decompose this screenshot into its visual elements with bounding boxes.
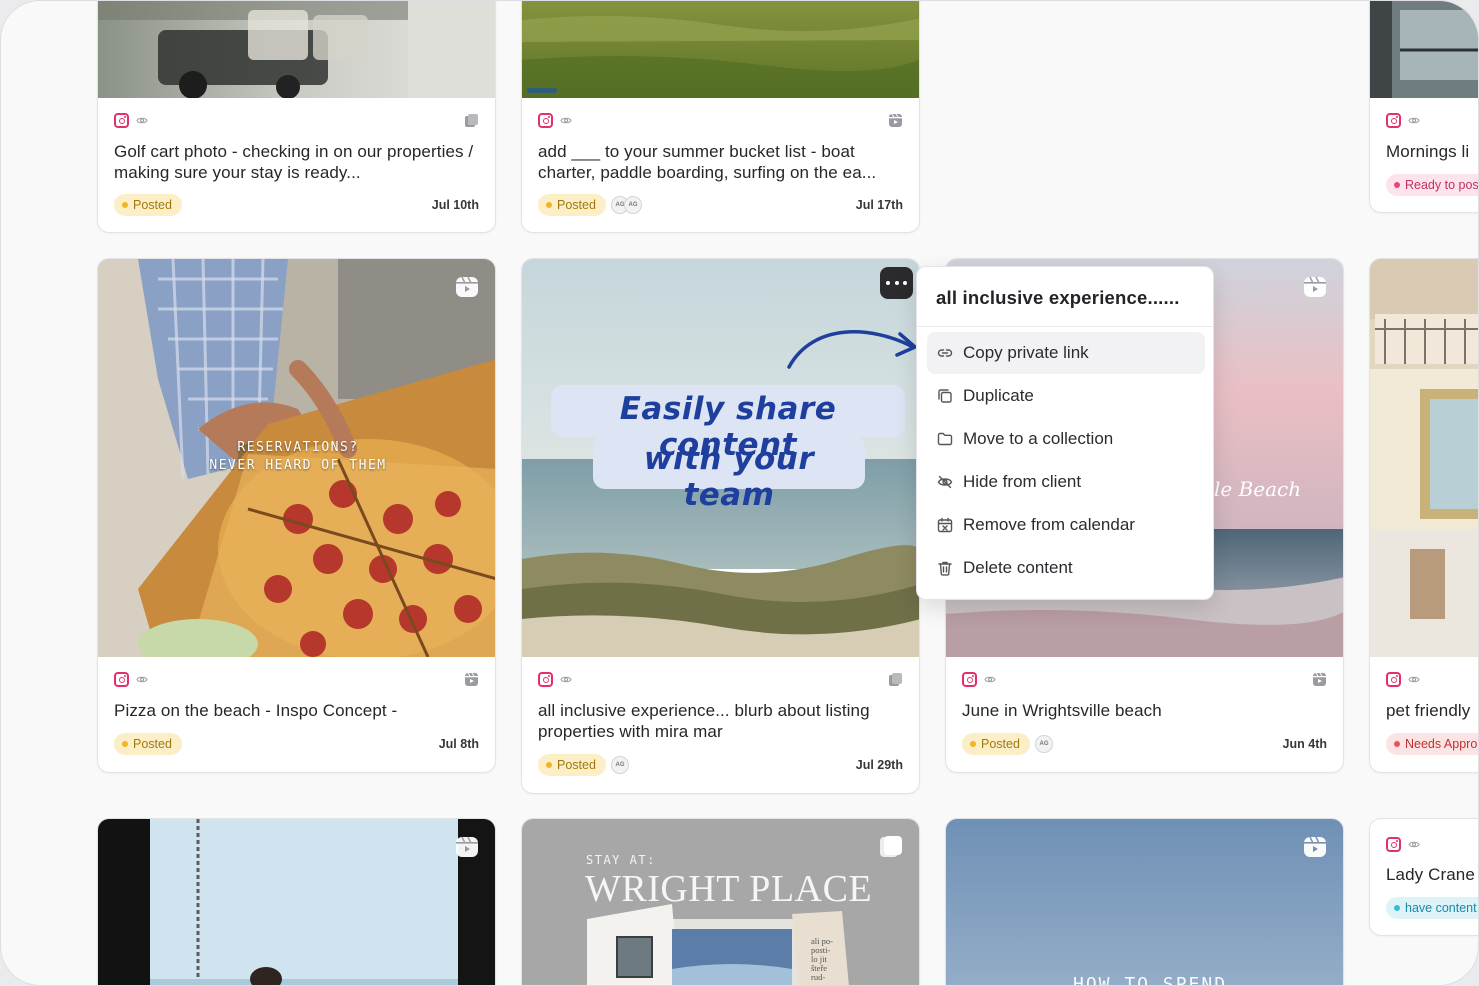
card-thumbnail bbox=[522, 1, 919, 98]
carousel-icon bbox=[880, 836, 902, 857]
reel-icon bbox=[465, 672, 478, 686]
eye-icon bbox=[1408, 117, 1420, 124]
menu-item-duplicate[interactable]: Duplicate bbox=[927, 375, 1205, 417]
instagram-icon bbox=[1386, 672, 1401, 687]
calendar-remove-icon bbox=[937, 517, 953, 533]
reel-icon bbox=[456, 836, 478, 857]
thumbnail-overlay-note: ali po- posti- lo jit šteře rud- bbox=[811, 936, 833, 982]
context-menu-title: all inclusive experience...... bbox=[936, 287, 1180, 308]
card-title: June in Wrightsville beach bbox=[962, 701, 1162, 720]
menu-item-copy-private-link[interactable]: Copy private link bbox=[927, 332, 1205, 374]
eye-icon bbox=[1408, 841, 1420, 848]
card-thumbnail bbox=[1370, 259, 1478, 657]
menu-item-remove-from-calendar[interactable]: Remove from calendar bbox=[927, 504, 1205, 546]
card-thumbnail: HOW TO SPEND bbox=[946, 819, 1343, 986]
carousel-icon bbox=[465, 114, 478, 127]
divider bbox=[917, 326, 1213, 327]
menu-item-label: Move to a collection bbox=[963, 429, 1114, 448]
instagram-icon bbox=[538, 672, 553, 687]
card-thumbnail: STAY AT: WRIGHT PLACE ali po- posti- lo … bbox=[522, 819, 919, 985]
status-badge: Posted bbox=[114, 194, 182, 216]
content-card[interactable]: add ___ to your summer bucket list - boa… bbox=[521, 1, 920, 233]
status-badge: Posted bbox=[538, 754, 606, 776]
menu-item-label: Hide from client bbox=[963, 472, 1082, 491]
assignee-avatar[interactable]: AG bbox=[624, 196, 642, 214]
menu-item-label: Remove from calendar bbox=[963, 515, 1135, 534]
menu-item-label: Duplicate bbox=[963, 386, 1034, 405]
eye-icon bbox=[560, 676, 572, 683]
instagram-icon bbox=[114, 113, 129, 128]
reel-icon bbox=[1304, 276, 1326, 297]
instagram-icon bbox=[1386, 113, 1401, 128]
menu-item-hide-from-client[interactable]: Hide from client bbox=[927, 461, 1205, 503]
card-date: Jun 4th bbox=[1282, 737, 1327, 751]
thumbnail-overlay-title: WRIGHT PLACE bbox=[585, 868, 873, 910]
menu-item-move-to-collection[interactable]: Move to a collection bbox=[927, 418, 1205, 460]
card-title: pet friendly bbox=[1386, 701, 1471, 720]
carousel-icon bbox=[889, 673, 902, 686]
eye-off-icon bbox=[937, 475, 953, 489]
status-badge: Ready to pos bbox=[1386, 174, 1478, 196]
thumbnail-overlay-small: STAY AT: bbox=[586, 853, 656, 867]
menu-item-label: Copy private link bbox=[963, 343, 1089, 362]
instagram-icon bbox=[114, 672, 129, 687]
card-title: Mornings li bbox=[1386, 142, 1470, 161]
feature-callout: Easily share content with your team bbox=[551, 321, 921, 513]
card-date: Jul 10th bbox=[431, 198, 479, 212]
status-badge: Posted bbox=[538, 194, 606, 216]
status-badge: Posted bbox=[962, 733, 1030, 755]
duplicate-icon bbox=[938, 389, 952, 403]
context-menu: all inclusive experience...... Copy priv… bbox=[916, 266, 1214, 600]
eye-icon bbox=[984, 676, 996, 683]
link-icon bbox=[937, 349, 953, 357]
content-card[interactable]: Lady Crane have content bbox=[1369, 818, 1478, 936]
assignee-avatar[interactable]: AG bbox=[611, 756, 629, 774]
assignee-avatar[interactable]: AG bbox=[1035, 735, 1053, 753]
thumbnail-overlay-text: RESERVATIONS? NEVER HEARD OF THEM bbox=[209, 440, 387, 473]
status-badge: Needs Appro bbox=[1386, 733, 1478, 755]
content-calendar-board: Golf cart photo - checking in on our pro… bbox=[0, 0, 1479, 986]
thumbnail-overlay-text: HOW TO SPEND bbox=[1073, 974, 1228, 986]
trash-icon bbox=[938, 561, 952, 576]
card-title: Golf cart photo - checking in on our pro… bbox=[114, 142, 474, 182]
instagram-icon bbox=[1386, 837, 1401, 852]
card-date: Jul 17th bbox=[855, 198, 903, 212]
instagram-icon bbox=[962, 672, 977, 687]
more-options-button[interactable] bbox=[880, 267, 913, 299]
content-card[interactable]: HOW TO SPEND bbox=[945, 818, 1344, 986]
card-title: add ___ to your summer bucket list - boa… bbox=[538, 142, 877, 182]
card-thumbnail: RESERVATIONS? NEVER HEARD OF THEM bbox=[98, 259, 495, 657]
card-title: Pizza on the beach - Inspo Concept - bbox=[114, 701, 398, 720]
content-card[interactable]: Golf cart photo - checking in on our pro… bbox=[97, 1, 496, 233]
instagram-icon bbox=[538, 113, 553, 128]
eye-icon bbox=[136, 676, 148, 683]
card-date: Jul 29th bbox=[855, 758, 903, 772]
status-badge: Posted bbox=[114, 733, 182, 755]
reel-icon bbox=[1313, 672, 1326, 686]
card-title: all inclusive experience... blurb about … bbox=[538, 701, 870, 741]
thumbnail-overlay-text: le Beach bbox=[1214, 477, 1302, 501]
card-thumbnail bbox=[98, 819, 495, 985]
folder-icon bbox=[937, 432, 953, 446]
content-card[interactable] bbox=[97, 818, 496, 985]
eye-icon bbox=[560, 117, 572, 124]
card-thumbnail bbox=[98, 1, 495, 98]
eye-icon bbox=[136, 117, 148, 124]
menu-item-label: Delete content bbox=[963, 558, 1073, 577]
content-card[interactable]: pet friendly Needs Appro bbox=[1369, 258, 1478, 773]
content-card[interactable]: STAY AT: WRIGHT PLACE ali po- posti- lo … bbox=[521, 818, 920, 985]
status-badge: have content bbox=[1386, 897, 1478, 919]
card-thumbnail bbox=[1370, 1, 1478, 98]
menu-item-delete-content[interactable]: Delete content bbox=[927, 547, 1205, 589]
reel-icon bbox=[456, 276, 478, 297]
reel-icon bbox=[1304, 836, 1326, 857]
reel-icon bbox=[889, 113, 902, 127]
content-card[interactable]: RESERVATIONS? NEVER HEARD OF THEM Pizza … bbox=[97, 258, 496, 773]
card-date: Jul 8th bbox=[438, 737, 479, 751]
card-title: Lady Crane bbox=[1386, 865, 1475, 884]
callout-line-2: with your team bbox=[643, 441, 815, 513]
content-card[interactable]: Mornings li Ready to pos bbox=[1369, 1, 1478, 213]
eye-icon bbox=[1408, 676, 1420, 683]
